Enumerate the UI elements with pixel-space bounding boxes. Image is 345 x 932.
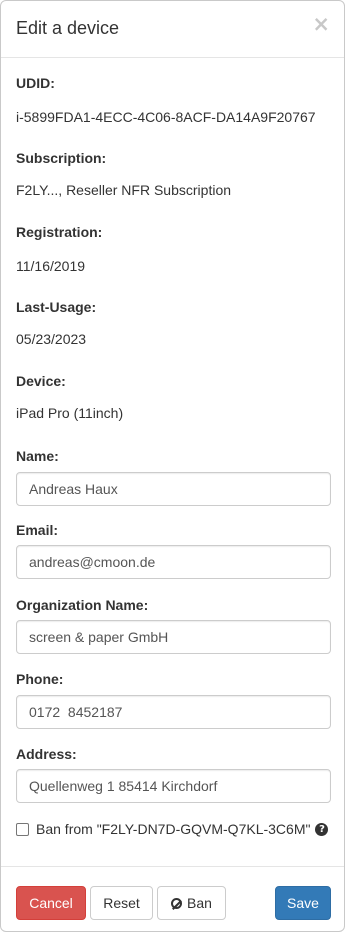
name-label: Name: — [16, 448, 59, 464]
reset-button[interactable]: Reset — [90, 886, 153, 920]
close-icon[interactable]: × — [312, 14, 330, 35]
ban-checkbox[interactable] — [16, 822, 29, 836]
cancel-button[interactable]: Cancel — [16, 886, 86, 920]
modal-header: Edit a device × — [1, 1, 344, 58]
cancel-button-label: Cancel — [29, 895, 73, 911]
phone-input[interactable] — [16, 695, 331, 729]
ban-button[interactable]: Ban — [157, 886, 226, 920]
last-usage-label: Last-Usage: — [16, 299, 97, 315]
edit-device-modal: Edit a device × UDID: i-5899FDA1-4ECC-4C… — [0, 0, 345, 932]
email-input[interactable] — [16, 545, 331, 579]
device-label: Device: — [16, 373, 66, 389]
organization-input[interactable] — [16, 620, 331, 654]
reset-button-label: Reset — [103, 895, 140, 911]
subscription-label: Subscription: — [16, 150, 107, 166]
ban-button-label: Ban — [187, 895, 212, 911]
save-button[interactable]: Save — [275, 886, 331, 920]
organization-label: Organization Name: — [16, 597, 149, 613]
ban-checkbox-label[interactable]: Ban from "F2LY-DN7D-GQVM-Q7KL-3C6M" — [36, 821, 310, 837]
subscription-value: F2LY..., Reseller NFR Subscription — [16, 182, 232, 198]
ban-option-row: Ban from "F2LY-DN7D-GQVM-Q7KL-3C6M" ? — [16, 821, 336, 837]
name-input[interactable] — [16, 472, 331, 506]
registration-label: Registration: — [16, 224, 103, 240]
ban-icon — [171, 897, 183, 909]
address-input[interactable] — [16, 769, 331, 803]
device-value: iPad Pro (11inch) — [16, 405, 124, 421]
registration-value: 11/16/2019 — [16, 258, 86, 274]
help-icon[interactable]: ? — [315, 822, 329, 836]
last-usage-value: 05/23/2023 — [16, 331, 87, 347]
save-button-label: Save — [287, 895, 319, 911]
phone-label: Phone: — [16, 671, 64, 687]
address-label: Address: — [16, 746, 77, 762]
udid-label: UDID: — [16, 75, 55, 91]
udid-value: i-5899FDA1-4ECC-4C06-8ACF-DA14A9F20767 — [16, 109, 316, 125]
modal-footer: Cancel Reset Ban Save — [1, 866, 344, 931]
email-label: Email: — [16, 522, 59, 538]
modal-title: Edit a device — [16, 18, 120, 38]
